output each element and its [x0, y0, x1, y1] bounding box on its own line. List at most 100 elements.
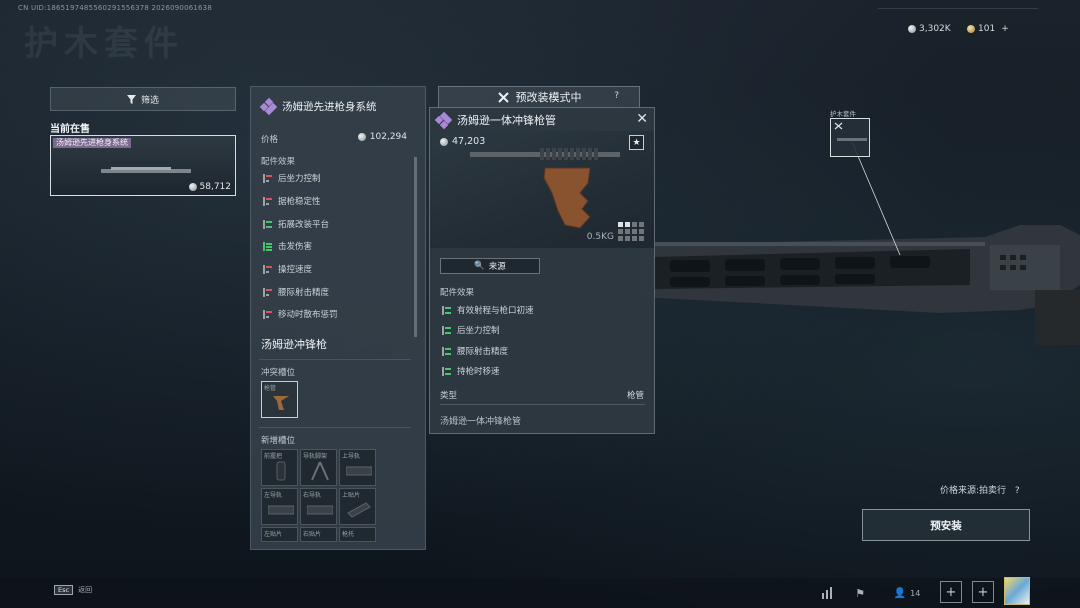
help-icon[interactable]: ? — [614, 91, 619, 101]
slot-label: 上导轨 — [342, 453, 361, 460]
panel1-scrollbar[interactable] — [414, 157, 417, 337]
new-slot[interactable]: 上贴片 — [339, 488, 376, 525]
tools-icon — [834, 122, 843, 130]
preview-slot-thumbnail[interactable] — [830, 118, 870, 157]
weapon-name: 汤姆逊冲锋枪 — [261, 338, 327, 351]
effect-item: 持枪时移速 — [442, 365, 500, 377]
search-icon: 🔍 — [474, 261, 485, 271]
friends-button[interactable]: 👤 14 — [890, 583, 924, 603]
stat-up-icon — [263, 219, 272, 229]
silver-coin-icon — [188, 183, 197, 191]
new-slot[interactable]: 右导轨 — [300, 488, 337, 525]
stat-up-icon — [442, 346, 451, 356]
source-button-label: 来源 — [488, 262, 506, 272]
divider — [440, 404, 645, 405]
stat-up-icon — [442, 325, 451, 335]
new-slot[interactable]: 左导轨 — [261, 488, 298, 525]
effect-item: 后坐力控制 — [263, 172, 321, 184]
stats-chart-icon[interactable] — [818, 583, 838, 603]
slot-label: 右导轨 — [303, 492, 322, 499]
price-source: 价格来源:拍卖行 ? — [940, 483, 1020, 496]
slot-label: 右贴片 — [303, 531, 322, 538]
new-slot[interactable]: 右贴片 — [300, 527, 337, 542]
new-slot[interactable]: 前握把 — [261, 449, 298, 486]
silver-coin-icon — [440, 137, 448, 146]
favorite-star-button[interactable]: ★ — [629, 135, 644, 150]
add-button[interactable]: + — [940, 581, 962, 603]
player-avatar[interactable] — [1004, 577, 1030, 605]
rail-icon — [307, 505, 333, 515]
flag-icon[interactable]: ⚑ — [850, 583, 870, 603]
stat-up-icon — [263, 241, 272, 251]
help-icon[interactable]: ? — [1015, 486, 1020, 496]
filter-icon — [126, 94, 136, 104]
bipod-icon — [311, 461, 329, 481]
player-uid: CN UID:1865197485560291556378 2026090061… — [18, 4, 212, 12]
listing-card-price-value: 58,712 — [199, 182, 232, 192]
panel1-title-text: 汤姆逊先进枪身系统 — [282, 101, 377, 113]
add-currency-button[interactable]: + — [1001, 24, 1009, 34]
source-button[interactable]: 🔍 来源 — [440, 258, 540, 274]
rarity-diamond-icon — [259, 97, 278, 116]
rail-icon — [346, 466, 372, 476]
preinstall-button[interactable]: 预安装 — [862, 509, 1030, 541]
new-slot[interactable]: 左贴片 — [261, 527, 298, 542]
foregrip-icon — [276, 461, 286, 481]
effect-item: 腰际射击精度 — [442, 345, 508, 357]
listing-card[interactable]: 汤姆逊先进枪身系统 58,712 — [50, 135, 236, 196]
barrel-render-image — [470, 148, 620, 229]
silver-coin-icon — [908, 25, 916, 33]
item-description: 汤姆逊一体冲锋枪管 — [440, 417, 522, 427]
effect-label: 据枪稳定性 — [278, 197, 321, 207]
stat-down-icon — [263, 173, 272, 183]
price-value-text: 102,294 — [369, 132, 407, 142]
esc-key: Esc — [54, 585, 74, 595]
silver-currency: 3,302K — [908, 22, 951, 36]
panel2-title-text: 汤姆逊一体冲锋枪管 — [457, 114, 556, 127]
conflict-slot-barrel[interactable]: 枪管 — [261, 381, 298, 418]
effect-item: 移动时散布惩罚 — [263, 308, 338, 320]
back-button[interactable]: Esc 返回 — [54, 585, 92, 595]
panel2-effects-label: 配件效果 — [440, 288, 475, 298]
slot-label: 前握把 — [264, 453, 283, 460]
effect-label: 持枪时移速 — [457, 367, 500, 377]
new-slot[interactable]: 上导轨 — [339, 449, 376, 486]
barrel-icon — [273, 396, 289, 410]
effect-item: 拓展改装平台 — [263, 218, 329, 230]
new-slot[interactable]: 枪托 — [339, 527, 376, 542]
stat-up-icon — [442, 366, 451, 376]
stat-up-icon — [442, 305, 451, 315]
page-title: 护木套件 — [24, 24, 184, 64]
pre-modify-mode-button[interactable]: 预改装模式中 ? — [438, 86, 640, 108]
listing-card-name: 汤姆逊先进枪身系统 — [53, 138, 131, 148]
stat-down-icon — [263, 264, 272, 274]
effect-label: 腰际射击精度 — [278, 288, 330, 298]
attachment-detail-panel: 汤姆逊一体冲锋枪管 ✕ 47,203 ★ 0.5KG 🔍 来源 配件效果 有效射… — [429, 107, 655, 434]
effect-item: 腰际射击精度 — [263, 286, 329, 298]
stat-down-icon — [263, 309, 272, 319]
effect-label: 后坐力控制 — [278, 174, 321, 184]
effect-label: 腰际射击精度 — [457, 347, 509, 357]
gold-currency[interactable]: 101 + — [967, 22, 1009, 36]
handguard-thumbnail-image — [837, 138, 867, 141]
friends-icon: 👤 — [893, 587, 907, 599]
filter-button[interactable]: 筛选 — [50, 87, 236, 111]
new-slot[interactable]: 导轨脚架 — [300, 449, 337, 486]
panel1-title: 汤姆逊先进枪身系统 — [259, 97, 377, 116]
price-value: 102,294 — [357, 132, 407, 142]
panel-icon — [347, 502, 371, 518]
divider — [259, 359, 411, 360]
close-icon[interactable]: ✕ — [636, 111, 648, 127]
slot-label: 上贴片 — [342, 492, 361, 499]
filter-label: 筛选 — [140, 95, 159, 106]
divider — [259, 427, 411, 428]
gold-coin-icon — [967, 25, 975, 33]
current-on-sale-label: 当前在售 — [50, 124, 90, 135]
stat-down-icon — [263, 196, 272, 206]
add-button[interactable]: + — [972, 581, 994, 603]
gold-amount: 101 — [978, 24, 996, 34]
back-label: 返回 — [78, 586, 93, 594]
rail-icon — [268, 505, 294, 515]
stat-down-icon — [263, 287, 272, 297]
effect-label: 操控速度 — [278, 265, 313, 275]
